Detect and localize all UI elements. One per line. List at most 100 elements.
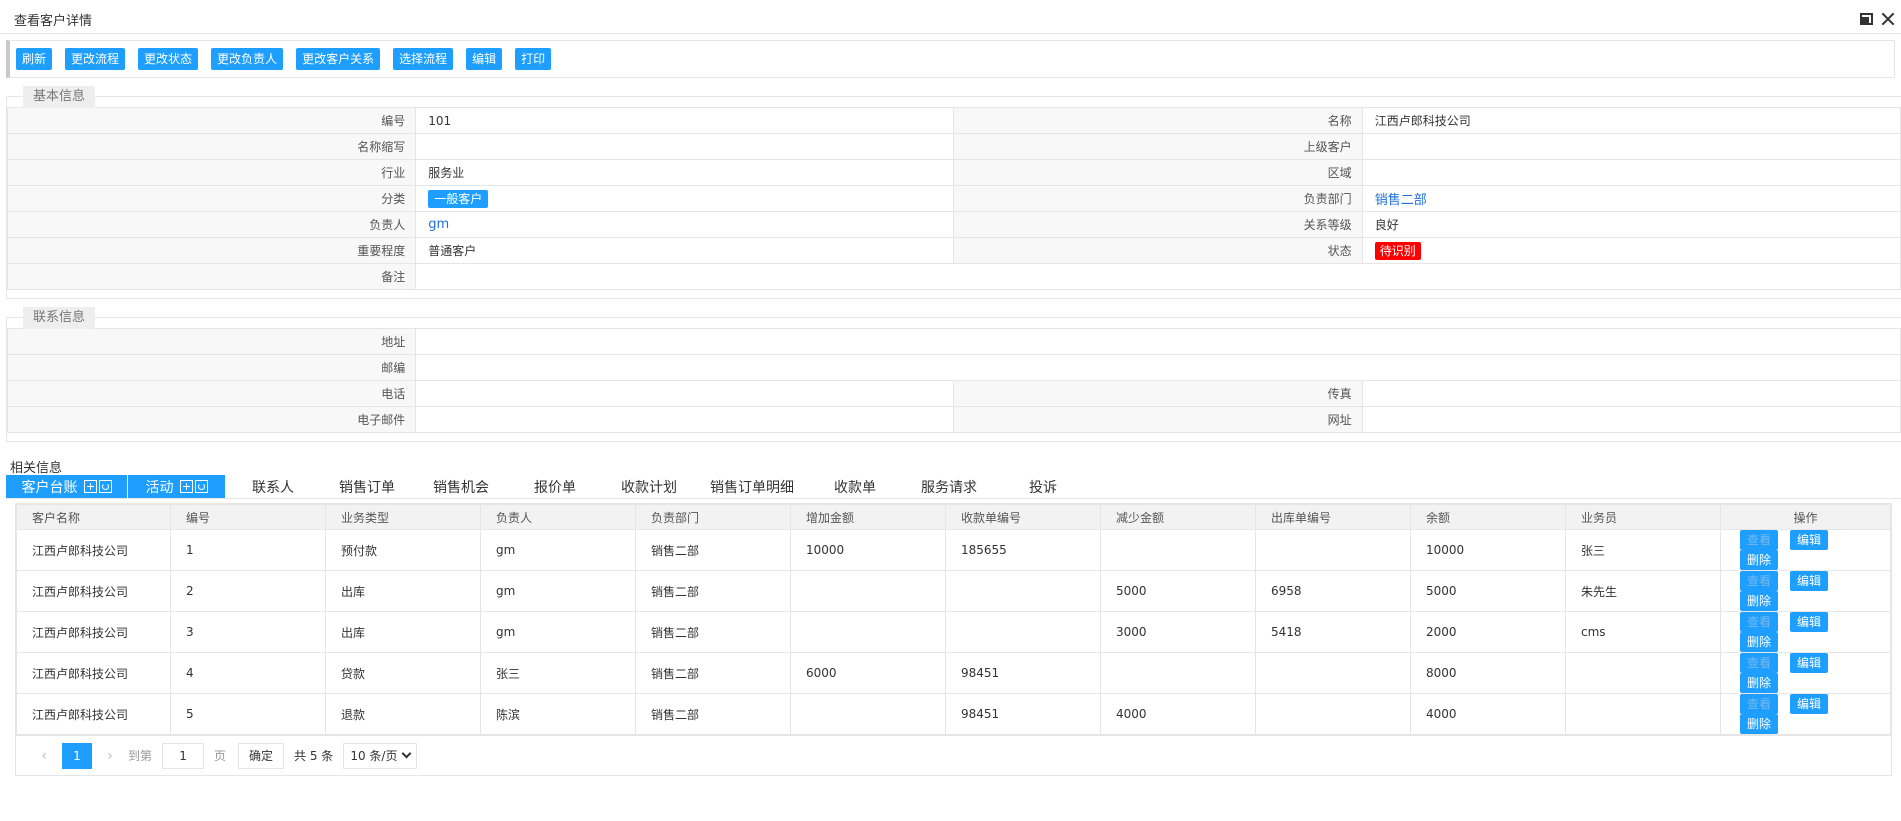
delete-row-button[interactable]: 删除 xyxy=(1740,714,1779,734)
table-cell: 江西卢郎科技公司 xyxy=(16,611,171,653)
owner-cell: gm xyxy=(415,211,955,238)
change-flow-button[interactable]: 更改流程 xyxy=(65,48,126,70)
tab-label: 客户台账 xyxy=(21,479,78,496)
tab-activity[interactable]: 活动 xyxy=(128,475,226,498)
dept-link[interactable]: 销售二部 xyxy=(1375,193,1427,208)
print-button[interactable]: 打印 xyxy=(515,48,552,70)
related-info-title: 相关信息 xyxy=(10,461,63,476)
delete-row-button[interactable]: 删除 xyxy=(1740,673,1779,693)
refresh-icon[interactable] xyxy=(194,480,208,493)
table-row: 江西卢郎科技公司 2 出库 gm 销售二部 5000 6958 5000 朱先生 查看 编辑删除 xyxy=(16,570,1891,612)
table-cell: 4 xyxy=(170,652,326,694)
table-cell: 5 xyxy=(170,693,326,735)
column-header: 业务类型 xyxy=(325,504,481,530)
table-cell: 10000 xyxy=(790,529,946,571)
ledger-table: 客户名称 编号 业务类型 负责人 负责部门 增加金额 收款单编号 减少金额 出库… xyxy=(16,504,1891,735)
edit-row-button[interactable]: 编辑 xyxy=(1790,530,1829,550)
table-cell: 98451 xyxy=(945,652,1101,694)
edit-row-button[interactable]: 编辑 xyxy=(1790,612,1829,632)
tab-contacts[interactable]: 联系人 xyxy=(226,475,320,498)
refresh-button[interactable]: 刷新 xyxy=(16,48,53,70)
contact-info-table: 地址 邮编 电话 传真 电子邮件 网址 xyxy=(6,328,1901,433)
change-owner-button[interactable]: 更改负责人 xyxy=(211,48,284,70)
select-flow-button[interactable]: 选择流程 xyxy=(393,48,454,70)
column-header: 客户名称 xyxy=(16,504,171,530)
maximize-icon[interactable] xyxy=(1860,13,1873,25)
table-cell xyxy=(1565,652,1721,694)
parent-value xyxy=(1361,133,1901,160)
add-icon[interactable] xyxy=(179,480,193,493)
tab-quotes[interactable]: 报价单 xyxy=(508,475,602,498)
email-value xyxy=(415,406,955,433)
edit-row-button[interactable]: 编辑 xyxy=(1790,694,1829,714)
edit-row-button[interactable]: 编辑 xyxy=(1790,571,1829,591)
tab-service-requests[interactable]: 服务请求 xyxy=(902,475,996,498)
table-cell: 江西卢郎科技公司 xyxy=(16,693,171,735)
prev-page-icon[interactable]: ‹ xyxy=(32,748,56,764)
table-cell: 5000 xyxy=(1410,570,1566,612)
view-button[interactable]: 查看 xyxy=(1740,571,1779,591)
column-header: 编号 xyxy=(170,504,326,530)
table-cell: 销售二部 xyxy=(635,652,791,694)
table-cell: 销售二部 xyxy=(635,529,791,571)
table-cell: 贷款 xyxy=(325,652,481,694)
table-cell: 销售二部 xyxy=(635,570,791,612)
column-header: 操作 xyxy=(1720,504,1891,530)
view-button[interactable]: 查看 xyxy=(1740,612,1779,632)
table-cell xyxy=(790,693,946,735)
delete-row-button[interactable]: 删除 xyxy=(1740,550,1779,570)
goto-confirm-button[interactable]: 确定 xyxy=(238,742,285,769)
page-size-select[interactable]: 10 条/页 xyxy=(343,742,418,769)
fax-value xyxy=(1361,380,1901,407)
delete-row-button[interactable]: 删除 xyxy=(1740,632,1779,652)
field-label: 上级客户 xyxy=(953,133,1363,160)
table-cell xyxy=(1100,652,1256,694)
column-header: 负责人 xyxy=(480,504,636,530)
current-page-button[interactable]: 1 xyxy=(62,742,92,769)
add-icon[interactable] xyxy=(83,480,97,493)
table-cell: 3 xyxy=(170,611,326,653)
zip-value xyxy=(415,354,1901,381)
table-cell: 退款 xyxy=(325,693,481,735)
table-row: 江西卢郎科技公司 4 贷款 张三 销售二部 6000 98451 8000 查看 编辑删除 xyxy=(16,652,1891,694)
close-icon[interactable] xyxy=(1881,12,1895,26)
customer-name-value: 江西卢郎科技公司 xyxy=(1361,107,1901,134)
table-cell xyxy=(945,611,1101,653)
change-relation-button[interactable]: 更改客户关系 xyxy=(296,48,381,70)
tab-complaints[interactable]: 投诉 xyxy=(996,475,1090,498)
tab-payment-plan[interactable]: 收款计划 xyxy=(602,475,696,498)
table-cell: 5000 xyxy=(1100,570,1256,612)
refresh-icon[interactable] xyxy=(98,480,112,493)
category-cell: 一般客户 xyxy=(415,185,955,212)
tab-label: 活动 xyxy=(145,479,174,496)
table-cell: 出库 xyxy=(325,570,481,612)
table-cell: 销售二部 xyxy=(635,693,791,735)
table-header-row: 客户名称 编号 业务类型 负责人 负责部门 增加金额 收款单编号 减少金额 出库… xyxy=(16,504,1891,530)
tab-receipts[interactable]: 收款单 xyxy=(808,475,902,498)
tab-order-details[interactable]: 销售订单明细 xyxy=(696,475,808,498)
column-header: 负责部门 xyxy=(635,504,791,530)
delete-row-button[interactable]: 删除 xyxy=(1740,591,1779,611)
tab-sales-orders[interactable]: 销售订单 xyxy=(320,475,414,498)
edit-row-button[interactable]: 编辑 xyxy=(1790,653,1829,673)
table-cell xyxy=(1255,693,1411,735)
edit-button[interactable]: 编辑 xyxy=(466,48,503,70)
row-actions: 查看 编辑删除 xyxy=(1720,611,1891,653)
table-cell xyxy=(1100,529,1256,571)
view-button[interactable]: 查看 xyxy=(1740,530,1779,550)
owner-link[interactable]: gm xyxy=(428,217,449,232)
table-cell: 张三 xyxy=(480,652,636,694)
table-cell xyxy=(790,611,946,653)
table-cell: 98451 xyxy=(945,693,1101,735)
change-status-button[interactable]: 更改状态 xyxy=(138,48,199,70)
contact-info-section: 联系信息 地址 邮编 电话 传真 电子邮件 网址 xyxy=(6,307,1901,442)
phone-value xyxy=(415,380,955,407)
tab-customer-ledger[interactable]: 客户台账 xyxy=(6,475,128,498)
next-page-icon[interactable]: › xyxy=(98,748,122,764)
tab-opportunities[interactable]: 销售机会 xyxy=(414,475,508,498)
table-cell: gm xyxy=(480,529,636,571)
view-button[interactable]: 查看 xyxy=(1740,653,1779,673)
view-button[interactable]: 查看 xyxy=(1740,694,1779,714)
goto-page-input[interactable]: 1 xyxy=(162,742,205,769)
row-actions: 查看 编辑删除 xyxy=(1720,570,1891,612)
